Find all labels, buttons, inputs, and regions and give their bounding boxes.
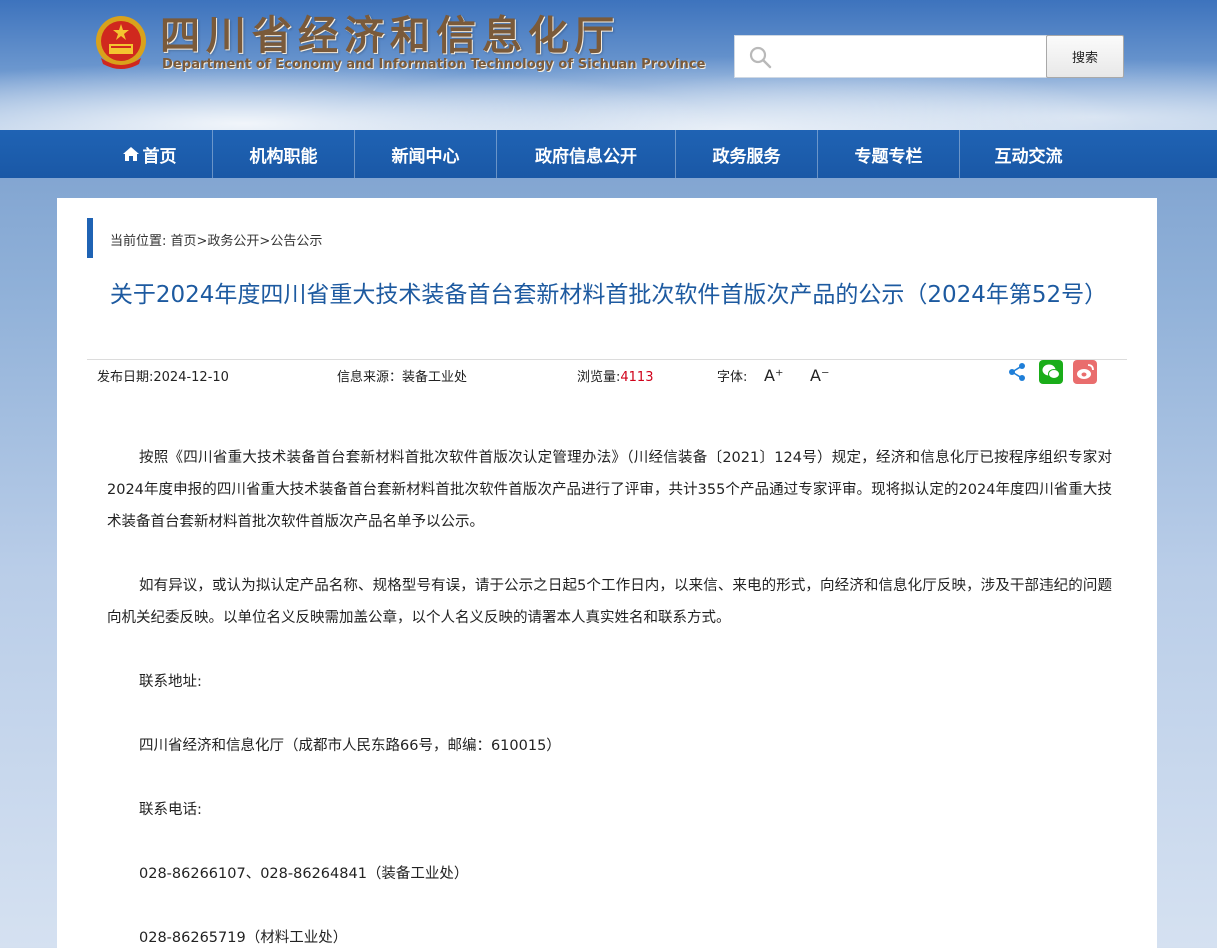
breadcrumb-marker — [87, 218, 93, 258]
breadcrumb-path[interactable]: 首页>政务公开>公告公示 — [171, 234, 323, 249]
nav-item-label: 专题专栏 — [854, 146, 923, 167]
nav-item-home[interactable]: 首页 — [87, 130, 213, 178]
breadcrumb: 当前位置: 首页>政务公开>公告公示 — [110, 230, 322, 249]
info-source: 信息来源：装备工业处 — [337, 366, 467, 385]
nav-item-label: 新闻中心 — [391, 146, 460, 167]
font-decrease-button[interactable]: A⁻ — [810, 366, 829, 385]
nav-item-label: 政府信息公开 — [535, 146, 637, 167]
nav-item-label: 机构职能 — [249, 146, 318, 167]
site-logo-subtitle: Department of Economy and Information Te… — [162, 57, 706, 72]
nav-item-organization[interactable]: 机构职能 — [213, 130, 355, 178]
divider — [87, 359, 1127, 360]
nav-item-news[interactable]: 新闻中心 — [355, 130, 497, 178]
contact-address-label: 联系地址: — [139, 674, 202, 690]
publish-date-value: 2024-12-10 — [153, 370, 229, 385]
article-title: 关于2024年度四川省重大技术装备首台套新材料首批次软件首版次产品的公示（202… — [109, 282, 1108, 308]
font-increase-button[interactable]: A⁺ — [764, 366, 783, 385]
contact-address: 四川省经济和信息化厅（成都市人民东路66号，邮编：610015） — [139, 738, 561, 754]
contact-phone-equipment: 028-86266107、028-86264841（装备工业处） — [139, 866, 469, 882]
breadcrumb-prefix: 当前位置: — [110, 234, 167, 249]
publish-date-label: 发布日期: — [97, 370, 154, 385]
search-button[interactable]: 搜索 — [1046, 35, 1124, 78]
main-nav: 首页 机构职能 新闻中心 政府信息公开 政务服务 专题专栏 互动交流 — [0, 130, 1217, 178]
nav-item-interaction[interactable]: 互动交流 — [960, 130, 1097, 178]
national-emblem-icon — [96, 16, 146, 69]
search-input[interactable] — [734, 35, 1047, 78]
search-icon — [749, 46, 772, 69]
font-size-label: 字体: — [717, 370, 748, 385]
nav-item-topics[interactable]: 专题专栏 — [818, 130, 960, 178]
site-logo-title[interactable]: 四川省经济和信息化厅 — [160, 14, 620, 58]
wechat-share-icon[interactable] — [1039, 360, 1063, 384]
share-icon[interactable] — [1007, 362, 1027, 382]
nav-item-label: 首页 — [142, 146, 177, 167]
contact-phone-label: 联系电话: — [139, 802, 202, 818]
nav-item-label: 互动交流 — [994, 146, 1063, 167]
nav-item-label: 政务服务 — [712, 146, 781, 167]
contact-phone-materials: 028-86265719（材料工业处） — [139, 930, 348, 946]
views-value: 4113 — [620, 370, 654, 385]
weibo-share-icon[interactable] — [1073, 360, 1097, 384]
view-count: 浏览量:4113 — [577, 366, 653, 385]
article-paragraph: 按照《四川省重大技术装备首台套新材料首批次软件首版次认定管理办法》（川经信装备〔… — [107, 450, 1112, 530]
home-icon — [122, 147, 139, 161]
publish-date: 发布日期:2024-12-10 — [97, 366, 229, 385]
article-paragraph: 如有异议，或认为拟认定产品名称、规格型号有误，请于公示之日起5个工作日内，以来信… — [107, 578, 1112, 626]
nav-item-services[interactable]: 政务服务 — [676, 130, 818, 178]
views-label: 浏览量: — [577, 370, 621, 385]
nav-item-info-disclosure[interactable]: 政府信息公开 — [497, 130, 676, 178]
source-value: 装备工业处 — [402, 370, 468, 385]
source-label: 信息来源： — [337, 370, 403, 385]
